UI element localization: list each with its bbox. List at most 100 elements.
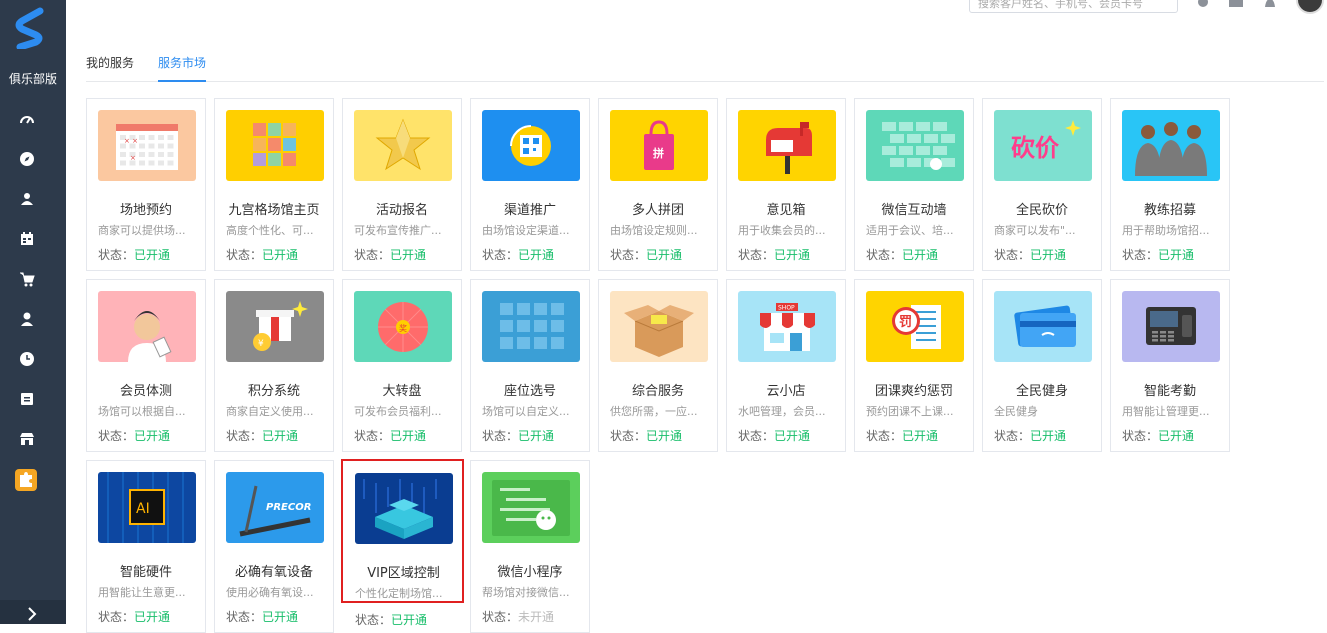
service-status: 状态：已开通 [866, 427, 964, 444]
service-thumbnail [482, 110, 580, 181]
service-card[interactable]: ¥ 积分系统商家自定义使用... 状态：已开通 [214, 279, 334, 452]
sidebar: 俱乐部版 [0, 0, 66, 624]
compass-icon[interactable] [19, 151, 35, 167]
tab-service-market[interactable]: 服务市场 [158, 54, 207, 82]
service-description: 由场馆设定规则... [610, 224, 698, 237]
service-title: 意见箱 [766, 203, 806, 218]
service-title: 多人拼团 [631, 203, 684, 218]
status-value: 已开通 [774, 429, 811, 443]
members-icon[interactable] [19, 191, 35, 207]
bell-icon[interactable] [1263, 0, 1277, 8]
service-title: 教练招募 [1143, 203, 1196, 218]
service-card[interactable]: 九宫格场馆主页 高度个性化、可... 状态：已开通 [214, 98, 334, 271]
service-card[interactable]: 会员体测 场馆可以根据自... 状态：已开通 [86, 279, 206, 452]
status-label: 状态： [355, 613, 392, 627]
service-title: 场地预约 [119, 203, 172, 218]
service-card[interactable]: 智能考勤 用智能让管理更... 状态：已开通 [1110, 279, 1230, 452]
service-description: 用于收集会员的... [738, 224, 826, 237]
service-title: 全民砍价 [1015, 203, 1068, 218]
service-card[interactable]: 活动报名 可发布宣传推广... 状态：已开通 [342, 98, 462, 271]
service-card[interactable]: 全民健身 全民健身 状态：已开通 [982, 279, 1102, 452]
user-avatar[interactable] [1296, 0, 1324, 14]
service-title: 大转盘 [382, 384, 422, 399]
service-card[interactable]: 座位选号 场馆可以自定义... 状态：已开通 [470, 279, 590, 452]
service-card[interactable]: 砍价 全民砍价 商家可以发布"... 状态：已开通 [982, 98, 1102, 271]
status-label: 状态： [482, 429, 519, 443]
service-title: 积分系统 [247, 384, 300, 399]
service-thumbnail: PRECOR [226, 472, 324, 543]
puzzle-icon[interactable] [15, 469, 37, 491]
service-description: 使用必确有氧设... [226, 586, 314, 599]
service-card[interactable]: 拼多人拼团由场馆设定规则... 状态：已开通 [598, 98, 718, 271]
service-status: 状态：已开通 [226, 427, 324, 444]
service-card[interactable]: 微信互动墙适用于会议、培... 状态：已开通 [854, 98, 974, 271]
service-thumbnail [354, 110, 452, 181]
service-card[interactable]: 意见箱 用于收集会员的... 状态：已开通 [726, 98, 846, 271]
archive-icon[interactable] [19, 391, 35, 407]
service-status: 状态：已开通 [98, 427, 196, 444]
status-value: 已开通 [134, 248, 171, 262]
status-value: 已开通 [1030, 248, 1067, 262]
service-card[interactable]: 综合服务 供您所需，一应... 状态：已开通 [598, 279, 718, 452]
clock-icon[interactable] [19, 351, 35, 367]
status-value: 已开通 [262, 429, 299, 443]
status-value: 已开通 [902, 429, 939, 443]
service-title: 微信互动墙 [881, 203, 947, 218]
tab-my-services[interactable]: 我的服务 [86, 54, 134, 82]
status-value: 已开通 [774, 248, 811, 262]
calendar-icon[interactable] [19, 231, 35, 247]
status-value: 已开通 [902, 248, 939, 262]
service-card[interactable]: PRECOR 必确有氧设备 使用必确有氧设... 状态：已开通 [214, 460, 334, 633]
service-card[interactable]: 渠道推广 由场馆设定渠道... 状态：已开通 [470, 98, 590, 271]
status-label: 状态： [354, 248, 391, 262]
svg-text:砍价: 砍价 [1011, 134, 1060, 162]
svg-text:SHOP: SHOP [778, 305, 795, 312]
service-card[interactable]: × × × 场地预约 商家可以提供场... 状态：已开通 [86, 98, 206, 271]
service-description: 商家自定义使用... [226, 405, 314, 418]
settings-icon[interactable] [1196, 0, 1210, 8]
service-tabs: 我的服务 服务市场 [86, 54, 1324, 82]
service-card[interactable]: SHOP 云小店 水吧管理，会员... 状态：已开通 [726, 279, 846, 452]
customer-search-input[interactable]: 搜索客户姓名、手机号、会员卡号 [969, 0, 1178, 13]
app-logo[interactable] [14, 7, 46, 51]
service-thumbnail [226, 110, 324, 181]
service-card[interactable]: 教练招募 用于帮助场馆招... 状态：已开通 [1110, 98, 1230, 271]
service-description: 供您所需，一应... [610, 405, 698, 418]
store-icon[interactable] [19, 431, 35, 447]
status-value: 已开通 [1030, 429, 1067, 443]
service-card[interactable]: 微信小程序 帮场馆对接微信... 状态：未开通 [470, 460, 590, 633]
sidebar-expand-button[interactable] [0, 600, 66, 624]
service-title: 云小店 [766, 384, 806, 399]
service-title: 渠道推广 [503, 203, 556, 218]
service-thumbnail [355, 473, 453, 544]
service-description: 用智能让管理更... [1122, 405, 1210, 418]
service-description: 适用于会议、培... [866, 224, 954, 237]
status-label: 状态： [994, 429, 1031, 443]
service-card[interactable]: 奖大转盘 可发布会员福利... 状态：已开通 [342, 279, 462, 452]
svg-text:×: × [130, 154, 136, 162]
service-card[interactable]: AI 智能硬件 用智能让生意更... 状态：已开通 [86, 460, 206, 633]
service-thumbnail: 砍价 [994, 110, 1092, 181]
service-description: 预约团课不上课... [866, 405, 954, 418]
status-value: 已开通 [518, 248, 555, 262]
mail-icon[interactable] [1229, 0, 1243, 8]
cart-icon[interactable] [19, 271, 35, 287]
status-label: 状态： [98, 429, 135, 443]
service-status: 状态：未开通 [482, 608, 580, 625]
status-value: 已开通 [262, 610, 299, 624]
service-card[interactable]: 罚团课爽约惩罚 预约团课不上课... 状态：已开通 [854, 279, 974, 452]
chevron-right-icon [28, 607, 37, 621]
service-thumbnail [98, 291, 196, 362]
service-title: 全民健身 [1015, 384, 1068, 399]
service-status: 状态：已开通 [866, 246, 964, 263]
service-thumbnail: 拼 [610, 110, 708, 181]
svg-text:¥: ¥ [258, 339, 264, 349]
dashboard-icon[interactable] [19, 111, 35, 127]
service-card[interactable]: VIP区域控制 个性化定制场馆... 状态：已开通 [341, 459, 464, 627]
user-icon[interactable] [19, 311, 35, 327]
service-status: 状态：已开通 [610, 246, 708, 263]
service-thumbnail: 奖 [354, 291, 452, 362]
status-label: 状态： [226, 248, 263, 262]
service-thumbnail [1122, 291, 1220, 362]
service-description: 水吧管理，会员... [738, 405, 826, 418]
